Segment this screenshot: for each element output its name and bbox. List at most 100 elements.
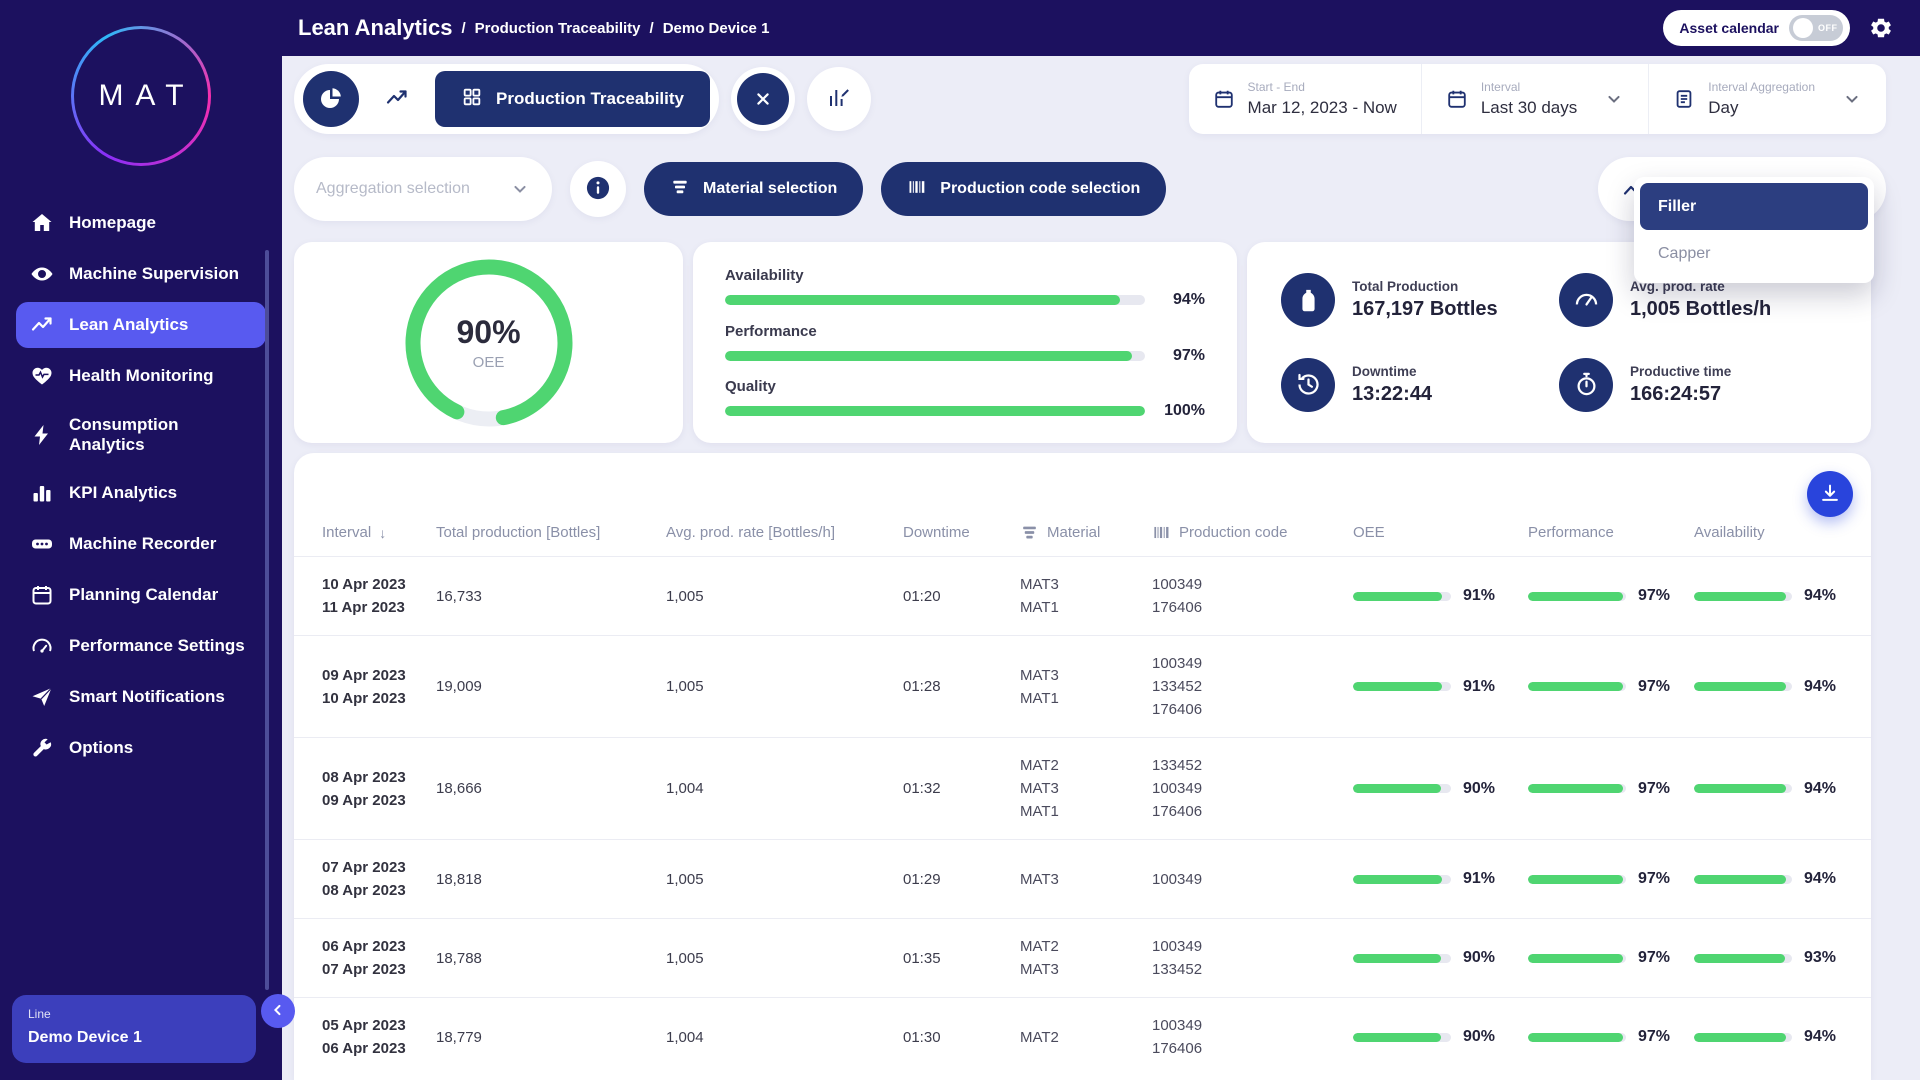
- sidebar-item-machine-recorder[interactable]: Machine Recorder: [16, 521, 266, 567]
- info-button[interactable]: [570, 161, 626, 217]
- column-oee[interactable]: OEE: [1353, 524, 1528, 541]
- kpi-bar-track: [725, 351, 1145, 361]
- interval-cell: 07 Apr 202308 Apr 2023: [322, 856, 436, 902]
- calendar-icon: [1213, 88, 1235, 110]
- device-card[interactable]: Line Demo Device 1: [12, 995, 256, 1063]
- column-avg-rate[interactable]: Avg. prod. rate [Bottles/h]: [666, 524, 903, 541]
- kpi-bar-fill: [725, 351, 1132, 361]
- close-view-button[interactable]: [731, 67, 795, 131]
- production-code-value: 133452: [1152, 958, 1353, 981]
- performance-bar-fill: [1528, 592, 1623, 601]
- sidebar-item-smart-notifications[interactable]: Smart Notifications: [16, 674, 266, 720]
- performance-bar: [1528, 682, 1626, 691]
- material-value: MAT3: [1020, 777, 1152, 800]
- topbar-right: Asset calendar OFF: [1663, 10, 1894, 46]
- production-code-cell: 100349: [1152, 868, 1353, 891]
- asset-calendar-toggle[interactable]: OFF: [1789, 15, 1843, 41]
- sidebar-item-label: KPI Analytics: [69, 483, 177, 503]
- grid-icon: [461, 86, 483, 113]
- stat-texts: Total Production167,197 Bottles: [1352, 279, 1498, 321]
- availability-bar-fill: [1694, 784, 1786, 793]
- logo-ring: MAT: [71, 26, 211, 166]
- material-stack-icon: [670, 177, 690, 202]
- availability-cell: 94%: [1694, 1028, 1851, 1046]
- column-production-code[interactable]: Production code: [1152, 523, 1353, 542]
- performance-value: 97%: [1638, 1028, 1670, 1046]
- performance-bar-fill: [1528, 875, 1623, 884]
- column-total-production[interactable]: Total production [Bottles]: [436, 524, 666, 541]
- column-interval[interactable]: Interval↓: [322, 524, 436, 541]
- downtime-cell: 01:29: [903, 871, 1020, 888]
- traceability-table-card: Interval↓ Total production [Bottles] Avg…: [294, 453, 1871, 1080]
- material-selection-button[interactable]: Material selection: [644, 162, 863, 216]
- availability-value: 94%: [1804, 587, 1836, 605]
- sidebar-item-performance-settings[interactable]: Performance Settings: [16, 623, 266, 669]
- pie-chart-view-button[interactable]: [303, 71, 359, 127]
- oee-gauge-card: 90% OEE: [294, 242, 683, 443]
- availability-cell: 94%: [1694, 587, 1851, 605]
- asset-calendar-control[interactable]: Asset calendar OFF: [1663, 10, 1850, 46]
- machine-selection-control[interactable]: FillerCapper: [1598, 157, 1886, 221]
- table-row: 06 Apr 202307 Apr 202318,7881,00501:35MA…: [294, 918, 1871, 997]
- sidebar-item-homepage[interactable]: Homepage: [16, 200, 266, 246]
- breadcrumb-device[interactable]: Demo Device 1: [663, 20, 770, 37]
- download-button[interactable]: [1807, 471, 1853, 517]
- column-availability[interactable]: Availability: [1694, 524, 1851, 541]
- sidebar-item-lean-analytics[interactable]: Lean Analytics: [16, 302, 266, 348]
- downtime-cell: 01:28: [903, 678, 1020, 695]
- availability-bar: [1694, 592, 1792, 601]
- performance-bar-fill: [1528, 954, 1623, 963]
- kpi-bar-availability: Availability94%: [725, 267, 1205, 309]
- device-line-label: Line: [28, 1007, 240, 1021]
- interval-date: 05 Apr 2023: [322, 1014, 436, 1037]
- availability-value: 94%: [1804, 780, 1836, 798]
- sidebar-item-health-monitoring[interactable]: Health Monitoring: [16, 353, 266, 399]
- chevron-down-icon: [510, 179, 530, 199]
- avg-rate-cell: 1,005: [666, 950, 903, 967]
- sidebar-item-label: Machine Supervision: [69, 264, 239, 284]
- performance-value: 97%: [1638, 587, 1670, 605]
- material-cell: MAT2MAT3: [1020, 935, 1152, 981]
- report-button[interactable]: [807, 67, 871, 131]
- stat-value: 13:22:44: [1352, 383, 1432, 406]
- trend-view-button[interactable]: [369, 71, 425, 127]
- breadcrumb-section[interactable]: Production Traceability: [475, 20, 641, 37]
- sidebar-item-label: Machine Recorder: [69, 534, 216, 554]
- interval-aggregation-selector[interactable]: Interval Aggregation Day: [1648, 64, 1886, 134]
- sidebar-scrollbar[interactable]: [265, 250, 269, 990]
- range-controls: Start - End Mar 12, 2023 - Now Interval …: [1189, 64, 1886, 134]
- sidebar-item-consumption-analytics[interactable]: Consumption Analytics: [16, 404, 266, 465]
- column-material[interactable]: Material: [1020, 523, 1152, 542]
- column-downtime[interactable]: Downtime: [903, 524, 1020, 541]
- date-range-selector[interactable]: Start - End Mar 12, 2023 - Now: [1189, 64, 1421, 134]
- table-row: 07 Apr 202308 Apr 202318,8181,00501:29MA…: [294, 839, 1871, 918]
- sort-desc-icon: ↓: [379, 525, 386, 541]
- production-code-selection-button[interactable]: Production code selection: [881, 162, 1166, 216]
- machine-option-capper[interactable]: Capper: [1640, 230, 1868, 277]
- material-cell: MAT3MAT1: [1020, 573, 1152, 619]
- sidebar: MAT Homepage Machine Supervision Lean Anal…: [0, 0, 282, 1080]
- wrench-icon: [30, 736, 54, 760]
- interval-selector[interactable]: Interval Last 30 days: [1421, 64, 1648, 134]
- table-row: 08 Apr 202309 Apr 202318,6661,00401:32MA…: [294, 737, 1871, 839]
- sidebar-item-kpi-analytics[interactable]: KPI Analytics: [16, 470, 266, 516]
- sidebar-collapse-button[interactable]: [261, 994, 295, 1028]
- material-value: MAT2: [1020, 754, 1152, 777]
- oee-bar-fill: [1353, 784, 1441, 793]
- machine-option-filler[interactable]: Filler: [1640, 183, 1868, 230]
- production-traceability-button[interactable]: Production Traceability: [435, 71, 710, 127]
- availability-cell: 93%: [1694, 949, 1851, 967]
- sidebar-item-options[interactable]: Options: [16, 725, 266, 771]
- stat-value: 167,197 Bottles: [1352, 298, 1498, 321]
- production-code-value: 100349: [1152, 652, 1353, 675]
- settings-gear-icon[interactable]: [1868, 15, 1894, 41]
- logo-text: MAT: [86, 79, 195, 113]
- oee-bar: [1353, 784, 1451, 793]
- kpi-bar-value: 97%: [1161, 347, 1205, 365]
- sidebar-item-planning-calendar[interactable]: Planning Calendar: [16, 572, 266, 618]
- column-performance[interactable]: Performance: [1528, 524, 1694, 541]
- sidebar-item-machine-supervision[interactable]: Machine Supervision: [16, 251, 266, 297]
- interval-label: Interval: [1481, 80, 1577, 94]
- aggregation-selection-select[interactable]: Aggregation selection: [294, 157, 552, 221]
- table-row: 10 Apr 202311 Apr 202316,7331,00501:20MA…: [294, 556, 1871, 635]
